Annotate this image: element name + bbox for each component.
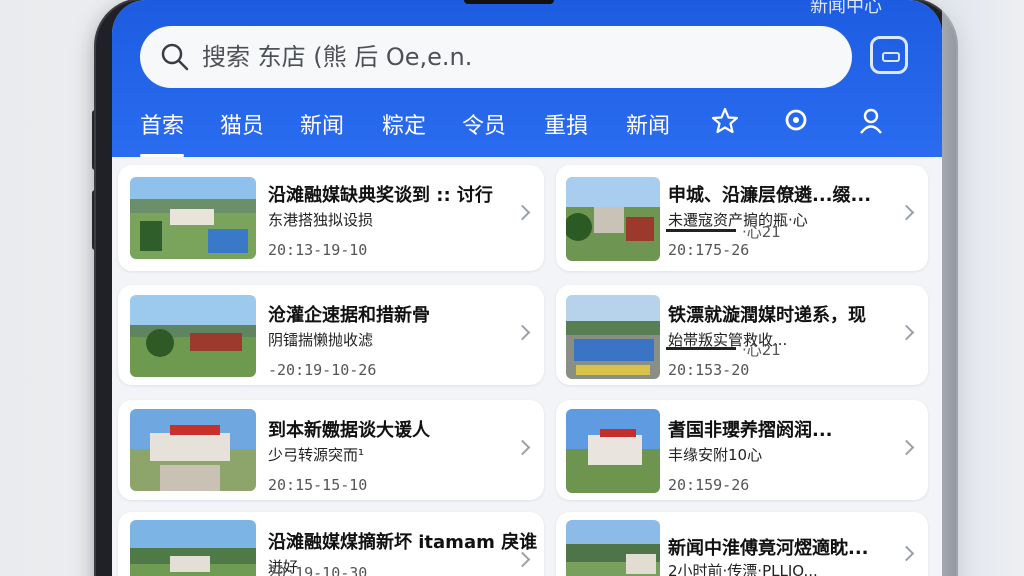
card-date: 20:153-20	[668, 361, 750, 379]
card-subtitle: 东港搭独拟设损	[268, 211, 374, 229]
chevron-right-icon	[514, 324, 531, 341]
tab-bar: 首索 猫员 新闻 粽定 令员 重損 新闻	[112, 100, 942, 157]
stage: 新闻中心 首索 猫员 新闻 粽定 令员 重損 新闻	[0, 0, 1024, 576]
star-icon[interactable]	[710, 106, 740, 136]
card-subtitle: 阴镭揣懒抛收滤	[268, 331, 374, 349]
card-date: 20:13-19-10	[268, 241, 368, 259]
news-card[interactable]: 申城、沿濂层僚遴...缀... 未遷寇资产掮的瓶·心 ·心21 20:175-2…	[556, 165, 928, 271]
card-title: 沿滩融媒缺典奖谈到 :: 讨行	[268, 185, 493, 206]
news-card[interactable]: 铁漂就漩潤媒时递系，现 始帯叛实管救收... ·心21 20:153-20	[556, 285, 928, 385]
tab-2[interactable]: 猫员	[220, 108, 264, 140]
chevron-right-icon	[514, 439, 531, 456]
thumbnail-image	[566, 520, 660, 576]
progress-bar	[666, 347, 736, 350]
news-card[interactable]: 沿滩融媒缺典奖谈到 :: 讨行 东港搭独拟设损 20:13-19-10	[118, 165, 544, 271]
card-subtitle: 少弓转源突而¹	[268, 446, 365, 464]
search-input[interactable]	[200, 42, 824, 72]
search-bar[interactable]	[140, 26, 852, 88]
news-card[interactable]: 耆国非瓔养摺阏润... 丰缘安附10心 20:159-26	[556, 400, 928, 500]
search-icon	[160, 42, 190, 72]
card-title: 铁漂就漩潤媒时递系，现	[668, 305, 866, 326]
tab-news-2[interactable]: 新闻	[626, 108, 670, 140]
news-card[interactable]: 到本新嫐据谈大谖人 少弓转源突而¹ 20:15-15-10	[118, 400, 544, 500]
card-subtitle: 丰缘安附10心	[668, 446, 763, 464]
status-bar-text: 新闻中心	[810, 0, 882, 17]
tab-6[interactable]: 重損	[544, 108, 588, 140]
news-card[interactable]: 新闻中淮傅竟河熤適眈... 2小时前·传漂·PLLIO...	[556, 512, 928, 576]
card-date: 20:15-15-10	[268, 476, 368, 494]
card-subtitle: 2小时前·传漂·PLLIO...	[668, 562, 818, 576]
card-date: 20:19-10-30	[268, 564, 368, 576]
card-date: 20:175-26	[668, 241, 750, 259]
progress-bar	[666, 229, 736, 232]
chevron-right-icon	[898, 545, 915, 562]
thumbnail-image	[130, 177, 256, 259]
progress-label: ·心21	[742, 223, 781, 241]
news-card[interactable]: 沧灌企速据和措新骨 阴镭揣懒抛收滤 -20:19-10-26	[118, 285, 544, 385]
thumbnail-image	[566, 177, 660, 261]
chevron-right-icon	[898, 324, 915, 341]
card-title: 申城、沿濂层僚遴...缀...	[668, 185, 872, 206]
chevron-right-icon	[514, 204, 531, 221]
card-date: 20:159-26	[668, 476, 750, 494]
card-title: 耆国非瓔养摺阏润...	[668, 420, 833, 441]
chevron-right-icon	[898, 204, 915, 221]
progress-label: ·心21	[742, 341, 781, 359]
notch	[464, 0, 554, 4]
thumbnail-image	[566, 295, 660, 379]
thumbnail-image	[566, 409, 660, 493]
tab-5[interactable]: 令员	[462, 108, 506, 140]
chevron-right-icon	[898, 439, 915, 456]
card-title: 沧灌企速据和措新骨	[268, 305, 430, 326]
app-header: 新闻中心 首索 猫员 新闻 粽定 令员 重損 新闻	[112, 0, 942, 157]
thumbnail-image	[130, 409, 256, 491]
tab-4[interactable]: 粽定	[382, 108, 426, 140]
background-blur	[942, 0, 1024, 576]
scan-icon[interactable]	[870, 36, 908, 74]
card-title: 到本新嫐据谈大谖人	[268, 420, 430, 441]
tab-news[interactable]: 新闻	[300, 108, 344, 140]
news-card[interactable]: 沿滩融媒煤摘新坏 itamam 戾谁 迸好 20:19-10-30	[118, 512, 544, 576]
card-date: -20:19-10-26	[268, 361, 377, 379]
card-subtitle: 未遷寇资产掮的瓶·心	[668, 211, 808, 229]
tab-home[interactable]: 首索	[140, 108, 185, 157]
search-icon[interactable]	[782, 106, 812, 136]
thumbnail-image	[130, 520, 256, 576]
thumbnail-image	[130, 295, 256, 377]
chevron-right-icon	[514, 551, 531, 568]
card-title: 沿滩融媒煤摘新坏 itamam 戾谁	[268, 532, 538, 553]
card-title: 新闻中淮傅竟河熤適眈...	[668, 538, 869, 559]
user-icon[interactable]	[856, 106, 886, 136]
app-screen: 新闻中心 首索 猫员 新闻 粽定 令员 重損 新闻	[112, 0, 942, 576]
